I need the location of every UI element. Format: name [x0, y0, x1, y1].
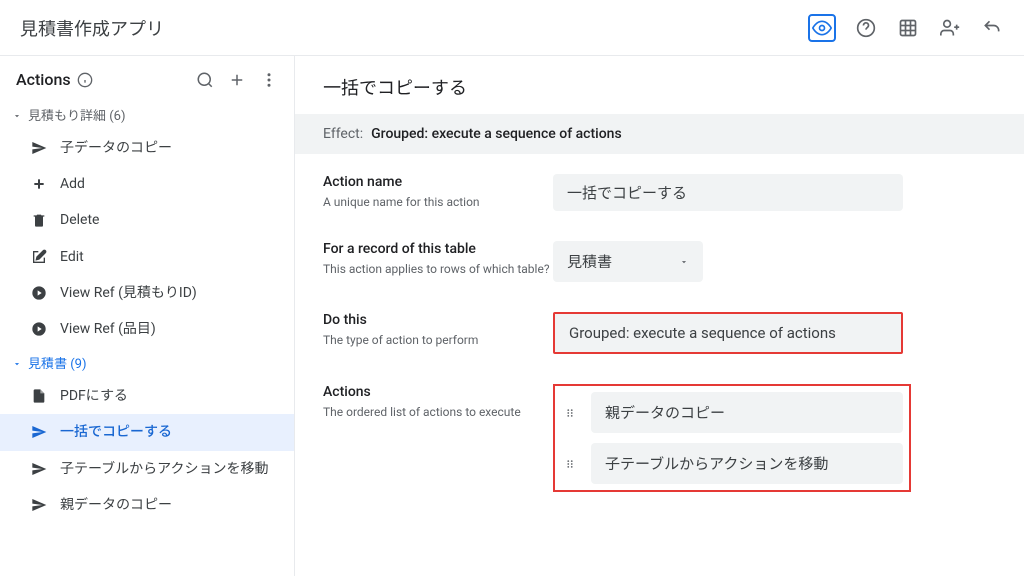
search-icon[interactable] [196, 71, 214, 89]
do-this-sub: The type of action to perform [323, 332, 553, 349]
sidebar-action-item[interactable]: Delete [0, 202, 294, 238]
table-icon[interactable] [896, 16, 920, 40]
more-icon[interactable] [260, 71, 278, 89]
info-icon[interactable] [77, 72, 93, 88]
add-user-icon[interactable] [938, 16, 962, 40]
top-icons [808, 14, 1004, 42]
action-name-input[interactable] [553, 174, 903, 211]
arrow-circle-icon [30, 284, 48, 302]
effect-value: Grouped: execute a sequence of actions [371, 126, 622, 142]
preview-icon[interactable] [808, 14, 836, 42]
sidebar-action-item[interactable]: 子データのコピー [0, 130, 294, 166]
group-header[interactable]: 見積書 (9) [0, 347, 294, 378]
table-label: For a record of this table [323, 241, 553, 257]
chevron-down-icon [679, 257, 689, 267]
action-entry-text[interactable]: 親データのコピー [591, 392, 903, 433]
actions-label: Actions [323, 384, 553, 400]
caret-down-icon [12, 358, 22, 368]
sidebar: Actions 見積もり詳細 (6)子データのコピーAddDeleteEditV… [0, 56, 295, 576]
sidebar-action-item[interactable]: PDFにする [0, 378, 294, 414]
drag-handle-icon[interactable] [561, 404, 579, 422]
send-icon [30, 496, 48, 514]
action-entry[interactable]: 子テーブルからアクションを移動 [561, 443, 903, 484]
sidebar-header: Actions [0, 56, 294, 99]
send-icon [30, 423, 48, 441]
sidebar-action-item[interactable]: 親データのコピー [0, 487, 294, 523]
action-title: 一括でコピーする [295, 56, 1024, 114]
top-bar: 見積書作成アプリ [0, 0, 1024, 56]
file-icon [30, 387, 48, 405]
effect-label: Effect: [323, 126, 363, 142]
app-title: 見積書作成アプリ [20, 15, 164, 41]
table-select[interactable]: 見積書 [553, 241, 703, 282]
send-icon [30, 139, 48, 157]
undo-icon[interactable] [980, 16, 1004, 40]
action-entry-text[interactable]: 子テーブルからアクションを移動 [591, 443, 903, 484]
sidebar-action-item[interactable]: View Ref (品目) [0, 311, 294, 347]
sidebar-action-item[interactable]: 一括でコピーする [0, 414, 294, 450]
sidebar-action-item[interactable]: Add [0, 166, 294, 202]
table-sub: This action applies to rows of which tab… [323, 261, 553, 278]
actions-sub: The ordered list of actions to execute [323, 404, 553, 421]
sidebar-action-item[interactable]: View Ref (見積もりID) [0, 275, 294, 311]
caret-down-icon [12, 110, 22, 120]
do-this-select[interactable]: Grouped: execute a sequence of actions [553, 312, 903, 354]
action-entry[interactable]: 親データのコピー [561, 392, 903, 433]
do-this-label: Do this [323, 312, 553, 328]
action-name-label: Action name [323, 174, 553, 190]
add-icon[interactable] [228, 71, 246, 89]
actions-list: 親データのコピー子テーブルからアクションを移動 [553, 384, 911, 492]
plus-icon [30, 175, 48, 193]
send-icon [30, 460, 48, 478]
drag-handle-icon[interactable] [561, 455, 579, 473]
sidebar-action-item[interactable]: Edit [0, 239, 294, 275]
arrow-circle-icon [30, 320, 48, 338]
sidebar-title: Actions [16, 70, 93, 89]
action-name-sub: A unique name for this action [323, 194, 553, 211]
effect-bar: Effect: Grouped: execute a sequence of a… [295, 114, 1024, 154]
sidebar-action-item[interactable]: 子テーブルからアクションを移動 [0, 451, 294, 487]
trash-icon [30, 211, 48, 229]
main-panel: 一括でコピーする Effect: Grouped: execute a sequ… [295, 56, 1024, 576]
help-icon[interactable] [854, 16, 878, 40]
edit-icon [30, 248, 48, 266]
group-header[interactable]: 見積もり詳細 (6) [0, 99, 294, 130]
